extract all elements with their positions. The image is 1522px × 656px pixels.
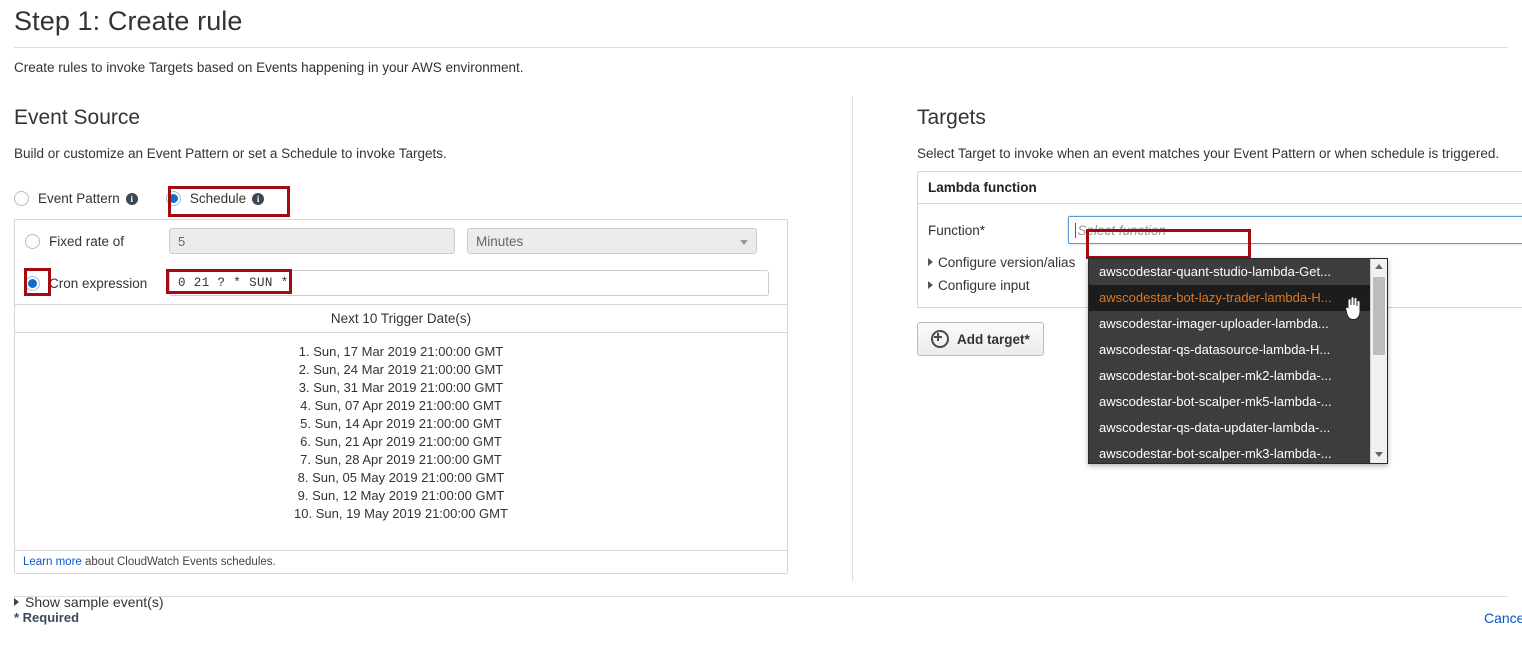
highlight-box-function-input [1086, 229, 1251, 259]
list-item: 10. Sun, 19 May 2019 21:00:00 GMT [294, 506, 508, 521]
dropdown-item[interactable]: awscodestar-bot-scalper-mk5-lambda-... [1089, 389, 1387, 415]
cancel-button[interactable]: Cancel [1484, 610, 1522, 626]
cron-row: Cron expression [15, 262, 787, 304]
scrollbar-thumb[interactable] [1373, 277, 1385, 355]
scroll-up-icon[interactable] [1371, 259, 1387, 275]
configure-version-alias-label: Configure version/alias [938, 255, 1076, 270]
dropdown-scrollbar[interactable] [1370, 259, 1387, 463]
caret-right-icon [14, 598, 19, 606]
targets-heading: Targets [917, 106, 986, 129]
add-target-button[interactable]: Add target* [917, 322, 1044, 356]
learn-more-bar: Learn more about CloudWatch Events sched… [15, 550, 787, 573]
list-item: 9. Sun, 12 May 2019 21:00:00 GMT [297, 488, 505, 503]
list-item: 1. Sun, 17 Mar 2019 21:00:00 GMT [298, 344, 504, 359]
info-icon-event-pattern[interactable]: i [125, 192, 138, 205]
dropdown-item-hovered[interactable]: awscodestar-bot-lazy-trader-lambda-H... [1089, 285, 1387, 311]
page-title: Step 1: Create rule [14, 6, 243, 36]
list-item: 2. Sun, 24 Mar 2019 21:00:00 GMT [298, 362, 504, 377]
trigger-table-header: Next 10 Trigger Date(s) [15, 304, 787, 333]
dropdown-item[interactable]: awscodestar-bot-scalper-mk2-lambda-... [1089, 363, 1387, 389]
function-dropdown-items: awscodestar-quant-studio-lambda-Get... a… [1089, 259, 1387, 467]
dropdown-item[interactable]: awscodestar-quant-studio-lambda-Get... [1089, 259, 1387, 285]
event-pattern-text: Event Pattern [38, 190, 120, 206]
fixed-rate-unit-value: Minutes [476, 234, 524, 249]
page-intro-text: Create rules to invoke Targets based on … [14, 60, 524, 75]
radio-fixed-rate[interactable] [25, 233, 40, 249]
create-rule-page: Step 1: Create rule Create rules to invo… [0, 0, 1522, 656]
required-note: * Required [14, 610, 80, 625]
schedule-panel: Fixed rate of Minutes Cron expression Ne… [14, 219, 788, 574]
highlight-box-cron-radio [24, 268, 51, 296]
fixed-rate-unit-select[interactable]: Minutes [467, 228, 757, 254]
event-source-column: Event Source Build or customize an Event… [14, 104, 804, 610]
plus-circle-icon [931, 330, 949, 348]
list-item: 3. Sun, 31 Mar 2019 21:00:00 GMT [298, 380, 504, 395]
event-source-subtitle: Build or customize an Event Pattern or s… [14, 146, 447, 161]
targets-subtitle: Select Target to invoke when an event ma… [917, 146, 1500, 161]
learn-more-link[interactable]: Learn more [23, 556, 82, 568]
function-dropdown-list[interactable]: awscodestar-quant-studio-lambda-Get... a… [1088, 258, 1388, 464]
event-source-heading: Event Source [14, 106, 141, 129]
list-item: 8. Sun, 05 May 2019 21:00:00 GMT [297, 470, 505, 485]
add-target-label: Add target* [957, 331, 1030, 347]
dropdown-item[interactable]: awscodestar-imager-uploader-lambda... [1089, 311, 1387, 337]
dropdown-item[interactable]: awscodestar-qs-datasource-lambda-H... [1089, 337, 1387, 363]
trigger-dates-body: 1. Sun, 17 Mar 2019 21:00:00 GMT 2. Sun,… [15, 333, 787, 550]
footer-divider [14, 596, 1508, 597]
list-item: 7. Sun, 28 Apr 2019 21:00:00 GMT [300, 452, 502, 467]
configure-input-label: Configure input [938, 278, 1030, 293]
trigger-dates-list: 1. Sun, 17 Mar 2019 21:00:00 GMT 2. Sun,… [15, 343, 787, 523]
list-item: 6. Sun, 21 Apr 2019 21:00:00 GMT [300, 434, 502, 449]
highlight-box-schedule [168, 186, 290, 217]
caret-right-icon [928, 281, 933, 289]
text-cursor-icon [1074, 222, 1076, 238]
cron-expression-label: Cron expression [49, 275, 148, 291]
scroll-down-icon[interactable] [1371, 447, 1387, 463]
fixed-rate-row: Fixed rate of Minutes [15, 220, 787, 262]
caret-right-icon [928, 258, 933, 266]
dropdown-item[interactable]: awscodestar-qs-data-updater-lambda-... [1089, 415, 1387, 441]
chevron-down-icon [740, 240, 748, 245]
fixed-rate-label: Fixed rate of [49, 233, 125, 249]
lambda-function-card-title: Lambda function [917, 171, 1522, 204]
column-divider [852, 97, 853, 581]
highlight-box-cron-input [166, 269, 292, 294]
fixed-rate-input[interactable] [169, 228, 455, 254]
title-divider [14, 47, 1508, 48]
radio-event-pattern[interactable] [14, 190, 29, 206]
list-item: 4. Sun, 07 Apr 2019 21:00:00 GMT [300, 398, 502, 413]
function-label: Function* [928, 222, 986, 238]
event-source-mode-group: Event Pattern i Schedule i [14, 187, 804, 209]
dropdown-item[interactable]: awscodestar-bot-scalper-mk3-lambda-... [1089, 441, 1387, 467]
list-item: 5. Sun, 14 Apr 2019 21:00:00 GMT [300, 416, 502, 431]
learn-more-rest-text: about CloudWatch Events schedules. [81, 556, 276, 568]
radio-event-pattern-label: Event Pattern i [38, 191, 138, 206]
